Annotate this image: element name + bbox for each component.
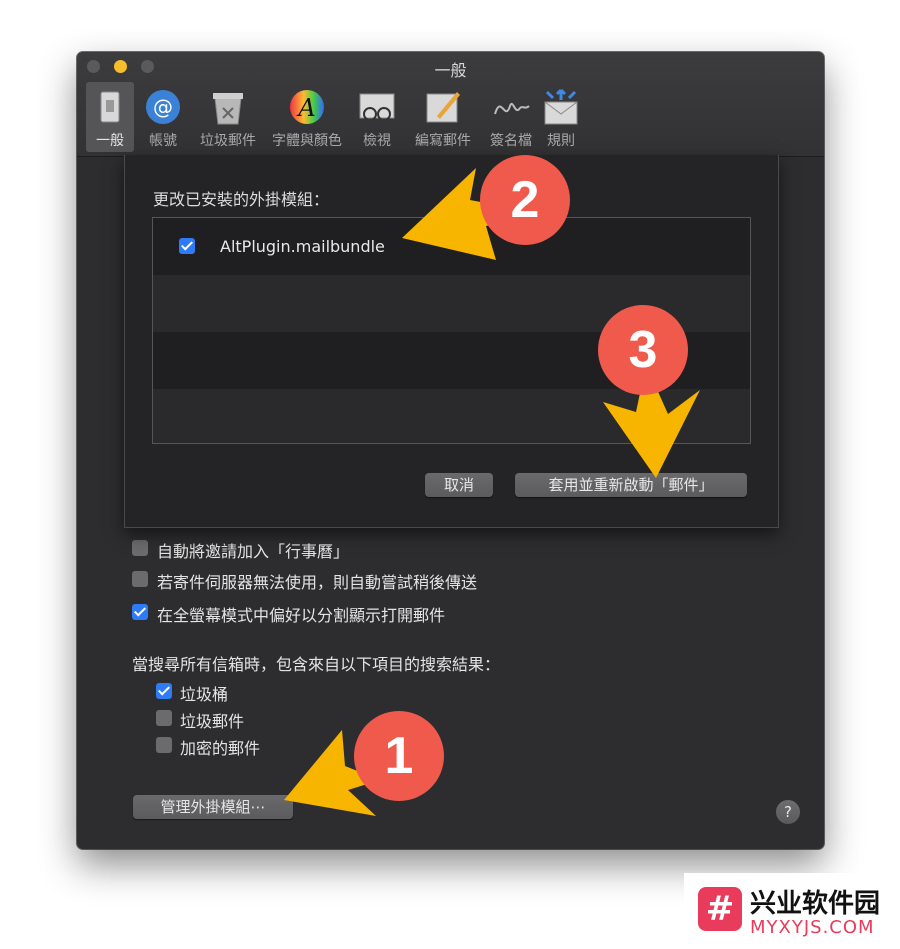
watermark-domain: MYXYJS.COM [750,917,875,938]
annotation-marker-1: 1 [354,711,444,801]
watermark-logo: # [698,887,742,931]
watermark: # 兴业软件园 MYXYJS.COM [684,873,900,949]
annotation-marker-3: 3 [598,305,688,395]
annotation-marker-2: 2 [480,155,570,245]
watermark-name: 兴业软件园 [750,889,881,919]
annotation-arrows [284,168,700,816]
